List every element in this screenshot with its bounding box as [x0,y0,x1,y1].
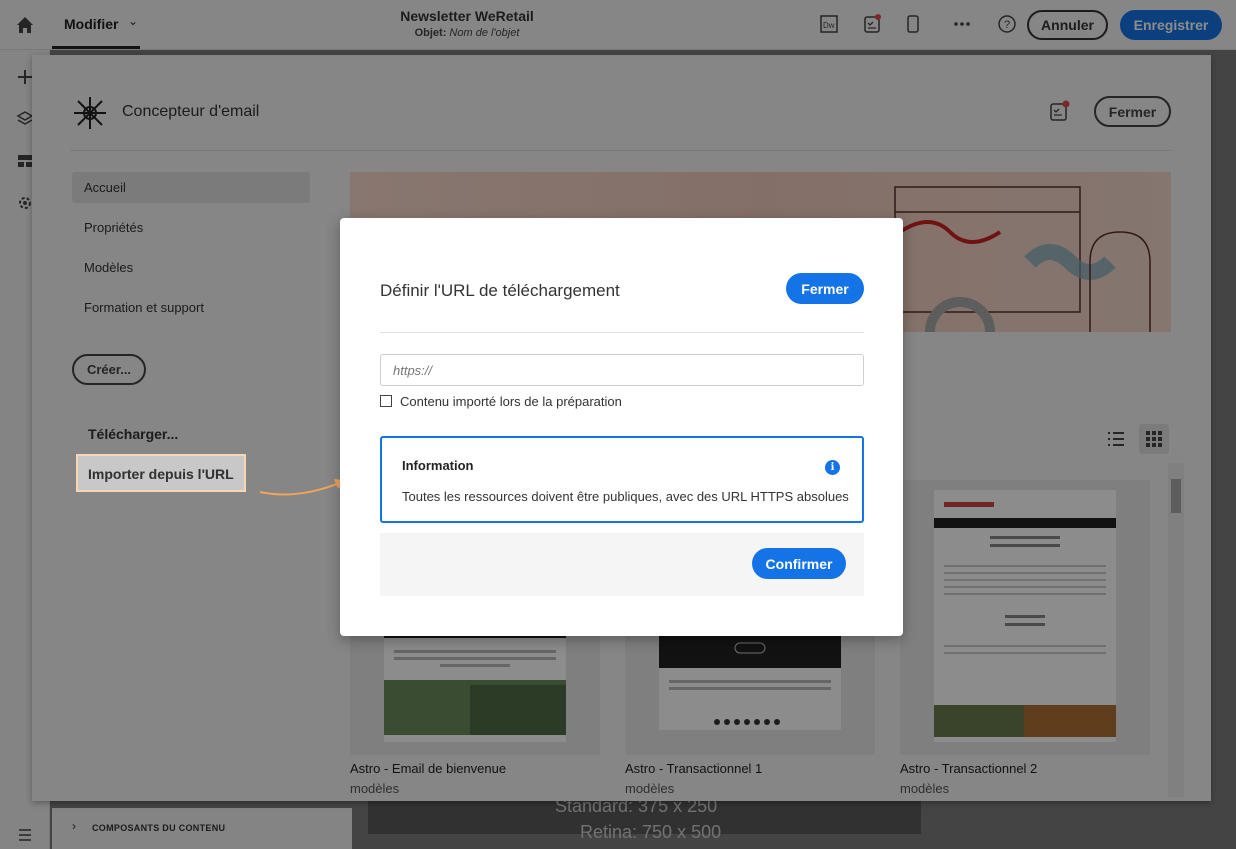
template-category: modèles [350,781,400,796]
scrollbar-thumb[interactable] [1171,479,1181,513]
import-url-link-highlighted[interactable]: Importer depuis l'URL [88,466,234,482]
confirm-button[interactable]: Confirmer [752,548,846,579]
divider [70,150,1171,151]
checklist-icon[interactable] [1048,100,1070,122]
nav-item-modeles[interactable]: Modèles [72,252,310,283]
template-title[interactable]: Astro - Transactionnel 1 [625,761,762,776]
download-url-dialog: Définir l'URL de téléchargement Fermer C… [340,218,903,636]
dialog-footer: Confirmer [380,533,864,596]
list-view-icon[interactable] [1101,424,1131,454]
nav-item-accueil[interactable]: Accueil [72,172,310,203]
templates-scrollbar[interactable] [1168,463,1184,797]
arrow-annotation-icon [259,479,346,496]
create-button[interactable]: Créer... [72,354,146,385]
nav-item-proprietes[interactable]: Propriétés [72,212,310,243]
dialog-title: Définir l'URL de téléchargement [380,281,620,300]
info-icon: i [825,460,840,475]
designer-title: Concepteur d'email [122,103,260,120]
import-on-preparation-checkbox[interactable] [380,395,392,407]
template-card[interactable] [900,480,1150,755]
template-thumbnail [934,490,1116,742]
grid-view-icon[interactable] [1139,424,1169,454]
dialog-close-button[interactable]: Fermer [786,273,864,304]
template-title[interactable]: Astro - Email de bienvenue [350,761,506,776]
url-input[interactable] [380,354,864,386]
designer-close-button[interactable]: Fermer [1094,96,1171,127]
checkbox-label[interactable]: Contenu importé lors de la préparation [400,394,622,409]
email-designer-logo-icon [74,97,106,129]
info-title: Information [402,458,474,473]
info-box: Information i Toutes les ressources doiv… [380,436,864,523]
nav-item-formation[interactable]: Formation et support [72,292,310,323]
info-text: Toutes les ressources doivent être publi… [402,489,849,504]
upload-link[interactable]: Télécharger... [88,426,178,442]
template-title[interactable]: Astro - Transactionnel 2 [900,761,1037,776]
template-category: modèles [625,781,675,796]
template-category: modèles [900,781,950,796]
divider [380,332,864,333]
